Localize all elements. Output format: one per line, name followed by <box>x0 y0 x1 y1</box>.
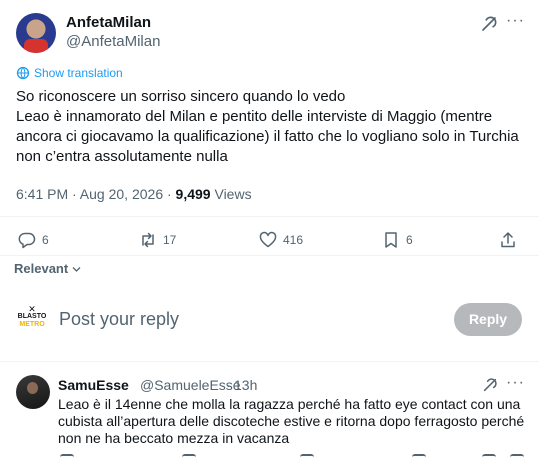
user-avatar-logo[interactable]: ✕ BLASTO METRO <box>17 305 47 331</box>
bookmark-count: 6 <box>406 233 413 247</box>
reply-count: 6 <box>42 233 49 247</box>
repost-button[interactable]: 17 <box>139 231 176 249</box>
grok-icon[interactable] <box>480 15 498 33</box>
show-translation-link[interactable]: Show translation <box>34 66 123 80</box>
globe-icon <box>16 66 30 80</box>
divider <box>0 361 539 362</box>
reply-button[interactable]: 6 <box>18 231 49 249</box>
reply-author-name[interactable]: SamuEsse <box>58 377 129 393</box>
reply-submit-button[interactable]: Reply <box>454 303 522 336</box>
bookmark-icon <box>385 232 397 248</box>
author-avatar[interactable] <box>16 13 56 53</box>
reply-icon[interactable] <box>60 454 74 466</box>
reply-author-avatar[interactable] <box>16 375 50 409</box>
reply-separator: · <box>226 377 231 393</box>
logo-text-bottom: METRO <box>19 321 45 328</box>
reply-timestamp[interactable]: 13h <box>234 377 257 393</box>
tweet-meta: 6:41 PM · Aug 20, 2026 · 9,499 Views <box>16 186 252 202</box>
repost-icon <box>142 232 154 248</box>
views-count: 9,499 <box>175 186 211 202</box>
repost-count: 17 <box>163 233 177 247</box>
tweet-timestamp[interactable]: 6:41 PM · Aug 20, 2026 · <box>16 186 172 202</box>
grok-icon[interactable] <box>482 377 498 393</box>
views-icon[interactable] <box>412 454 426 466</box>
repost-icon[interactable] <box>182 454 196 466</box>
views-label: Views <box>214 186 252 202</box>
tweet-text: So riconoscere un sorriso sincero quando… <box>16 88 519 165</box>
more-icon[interactable]: ··· <box>506 12 525 30</box>
divider <box>0 216 539 217</box>
like-count: 416 <box>283 233 304 247</box>
reply-input[interactable]: Post your reply <box>59 309 179 330</box>
share-icon <box>501 232 515 248</box>
more-icon[interactable]: ··· <box>506 374 525 392</box>
share-button[interactable] <box>499 231 523 249</box>
crossed-tools-icon: ✕ <box>28 304 36 314</box>
chevron-down-icon <box>72 267 81 272</box>
divider <box>0 255 539 256</box>
like-button[interactable]: 416 <box>259 231 303 249</box>
author-handle[interactable]: @AnfetaMilan <box>66 33 160 50</box>
reply-icon <box>18 232 36 249</box>
heart-icon <box>259 231 277 248</box>
author-name[interactable]: AnfetaMilan <box>66 14 151 31</box>
reply-text: Leao è il 14enne che molla la ragazza pe… <box>58 396 525 446</box>
sort-label: Relevant <box>14 261 69 276</box>
bookmark-button[interactable]: 6 <box>382 231 413 249</box>
bookmark-icon[interactable] <box>482 454 496 466</box>
share-icon[interactable] <box>510 454 524 466</box>
sort-dropdown[interactable]: Relevant <box>14 261 81 276</box>
logo-text-top: BLASTO <box>17 313 47 320</box>
heart-icon[interactable] <box>300 454 314 466</box>
